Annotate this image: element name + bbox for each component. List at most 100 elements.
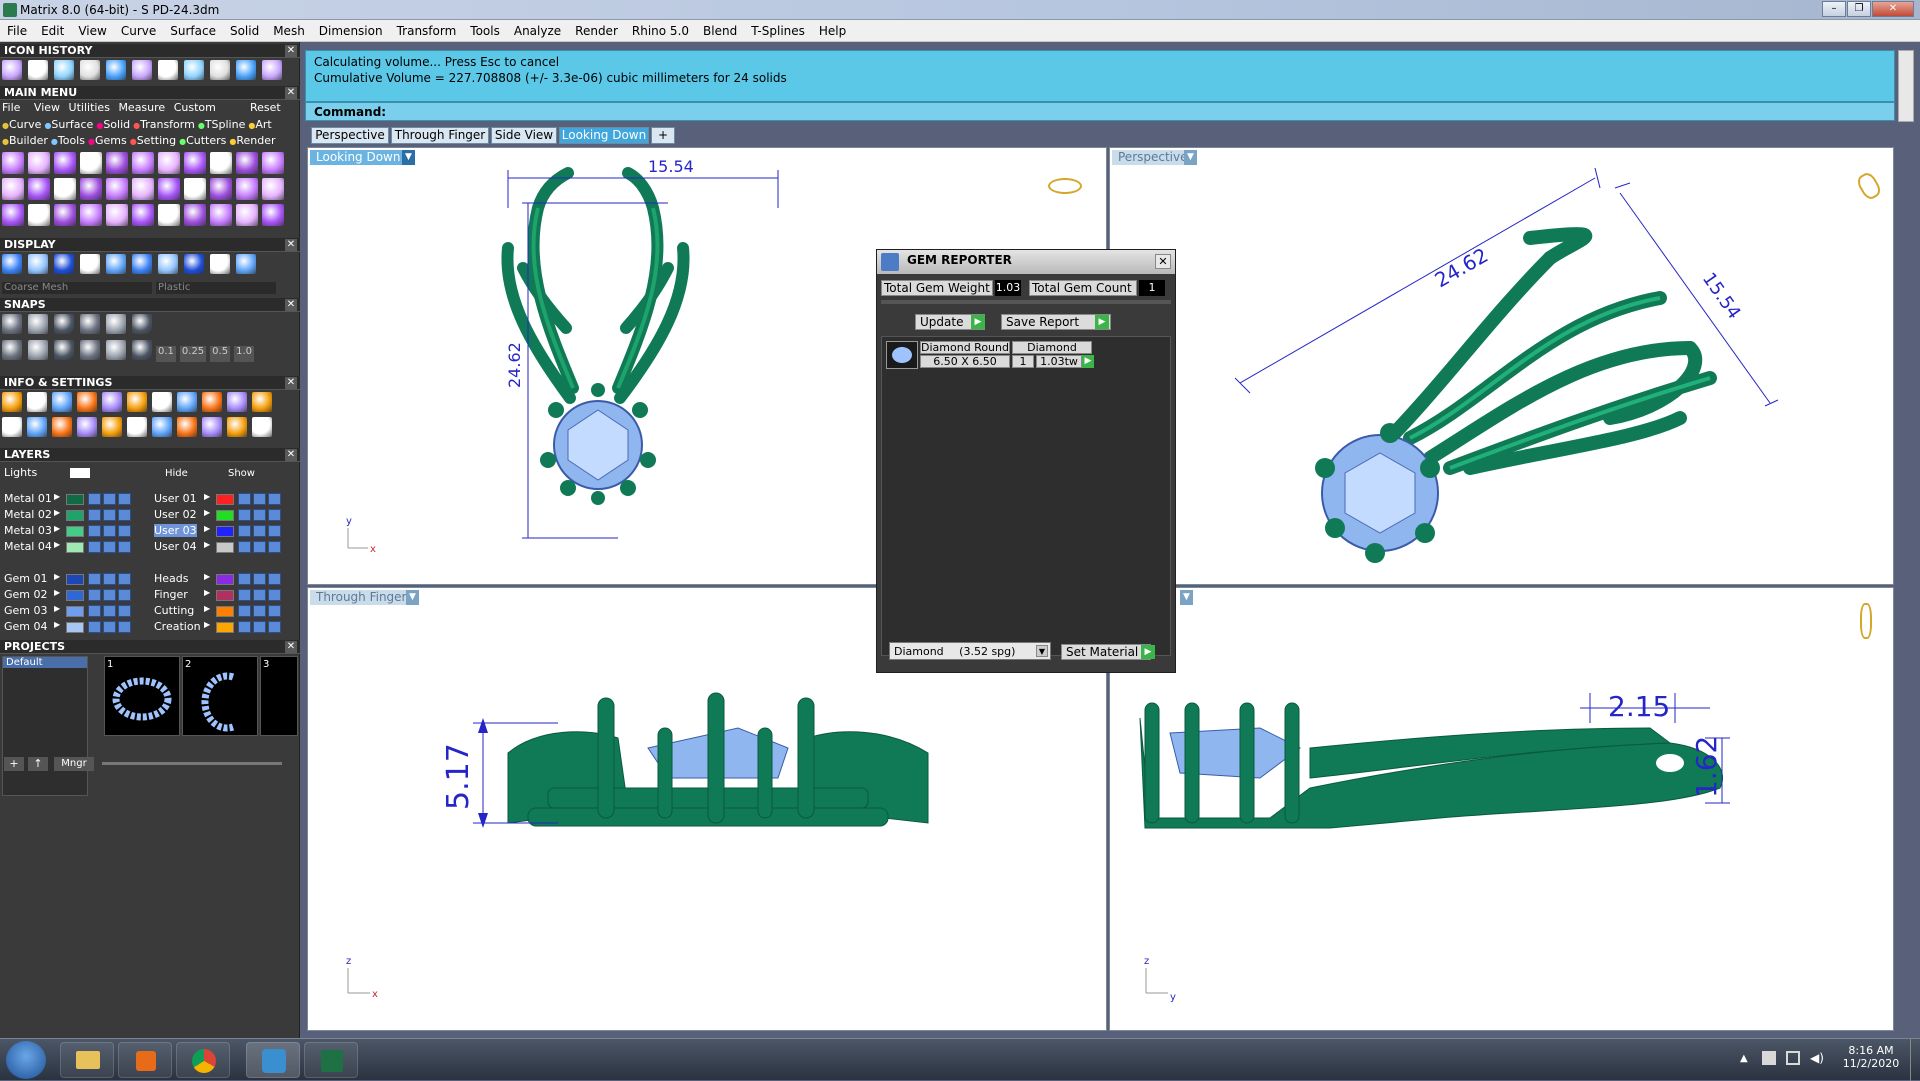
select-icon[interactable]: [268, 621, 281, 633]
close-icon[interactable]: ✕: [285, 45, 297, 57]
lock-icon[interactable]: [238, 621, 251, 633]
display-mode-icon[interactable]: [184, 254, 204, 274]
mm-utilities[interactable]: Utilities: [69, 101, 110, 114]
tab-through-finger[interactable]: Through Finger: [391, 127, 489, 144]
tool-history-icon[interactable]: [236, 60, 256, 80]
select-icon[interactable]: [118, 509, 131, 521]
visibility-icon[interactable]: [253, 493, 266, 505]
info-icon[interactable]: [252, 417, 272, 437]
lock-icon[interactable]: [238, 493, 251, 505]
visibility-icon[interactable]: [103, 605, 116, 617]
tab-perspective[interactable]: Perspective: [311, 127, 389, 144]
lock-icon[interactable]: [238, 541, 251, 553]
mm-measure[interactable]: Measure: [118, 101, 165, 114]
layer-color-swatch[interactable]: [216, 510, 234, 521]
visibility-icon[interactable]: [103, 541, 116, 553]
info-icon[interactable]: [252, 392, 272, 412]
move-up-button[interactable]: ↑: [28, 757, 48, 771]
action-center-icon[interactable]: [1762, 1051, 1776, 1065]
snap-icon[interactable]: [132, 340, 152, 360]
category-gems[interactable]: ●Gems: [88, 134, 127, 147]
layer-name[interactable]: Metal 04: [4, 540, 52, 553]
lock-icon[interactable]: [88, 573, 101, 585]
layer-name[interactable]: Gem 01: [4, 572, 48, 585]
select-icon[interactable]: [118, 573, 131, 585]
expand-icon[interactable]: ▶: [204, 524, 210, 533]
menu-view[interactable]: View: [71, 24, 113, 38]
project-thumb-1[interactable]: 1: [104, 656, 180, 736]
menu-rhino[interactable]: Rhino 5.0: [625, 24, 696, 38]
info-icon[interactable]: [152, 392, 172, 412]
tool-history-icon[interactable]: [158, 60, 178, 80]
excel-icon[interactable]: [304, 1042, 358, 1078]
tool-history-icon[interactable]: [210, 60, 230, 80]
visibility-icon[interactable]: [103, 573, 116, 585]
display-mode-icon[interactable]: [2, 254, 22, 274]
select-icon[interactable]: [118, 605, 131, 617]
close-button[interactable]: ✕: [1872, 1, 1914, 17]
command-input[interactable]: Command:: [305, 102, 1895, 121]
select-icon[interactable]: [268, 525, 281, 537]
start-button[interactable]: [6, 1041, 46, 1079]
visibility-icon[interactable]: [253, 621, 266, 633]
layer-color-swatch[interactable]: [216, 606, 234, 617]
layer-color-swatch[interactable]: [216, 494, 234, 505]
category-tools[interactable]: ●Tools: [51, 134, 85, 147]
layer-name[interactable]: User 02: [154, 508, 197, 521]
menu-tsplines[interactable]: T-Splines: [744, 24, 812, 38]
info-icon[interactable]: [52, 417, 72, 437]
mm-custom[interactable]: Custom: [174, 101, 216, 114]
projects-slider[interactable]: [102, 762, 282, 765]
category-cutters[interactable]: ●Cutters: [179, 134, 226, 147]
lock-icon[interactable]: [88, 525, 101, 537]
lock-icon[interactable]: [238, 573, 251, 585]
tool-icon[interactable]: [262, 152, 284, 174]
expand-icon[interactable]: ▶: [54, 620, 60, 629]
display-mode-icon[interactable]: [54, 254, 74, 274]
category-tspline[interactable]: ●TSpline: [198, 118, 246, 131]
tool-history-icon[interactable]: [106, 60, 126, 80]
play-icon[interactable]: ▶: [1141, 645, 1155, 659]
display-mesh-select[interactable]: Coarse Mesh: [2, 282, 152, 294]
menu-blend[interactable]: Blend: [696, 24, 744, 38]
select-icon[interactable]: [118, 621, 131, 633]
play-icon[interactable]: ▶: [1095, 315, 1109, 329]
layer-color-swatch[interactable]: [66, 494, 84, 505]
layer-color-swatch[interactable]: [66, 526, 84, 537]
layer-color-swatch[interactable]: [216, 542, 234, 553]
set-material-button[interactable]: Set Material: [1061, 644, 1151, 660]
expand-icon[interactable]: ▶: [54, 508, 60, 517]
close-icon[interactable]: ✕: [285, 641, 297, 653]
visibility-icon[interactable]: [253, 525, 266, 537]
tool-icon[interactable]: [106, 178, 128, 200]
menu-tools[interactable]: Tools: [463, 24, 507, 38]
visibility-icon[interactable]: [253, 589, 266, 601]
snap-icon[interactable]: [54, 340, 74, 360]
manager-button[interactable]: Mngr: [54, 757, 94, 771]
info-icon[interactable]: [202, 417, 222, 437]
select-icon[interactable]: [118, 493, 131, 505]
tool-icon[interactable]: [106, 204, 128, 226]
tool-icon[interactable]: [54, 204, 76, 226]
display-mode-icon[interactable]: [236, 254, 256, 274]
menu-analyze[interactable]: Analyze: [507, 24, 568, 38]
close-icon[interactable]: ✕: [1155, 254, 1171, 269]
info-icon[interactable]: [227, 392, 247, 412]
expand-icon[interactable]: ▶: [54, 572, 60, 581]
show-desktop-button[interactable]: [1910, 1039, 1920, 1081]
menu-mesh[interactable]: Mesh: [266, 24, 312, 38]
chevron-down-icon[interactable]: ▼: [1036, 645, 1048, 657]
tool-history-icon[interactable]: [184, 60, 204, 80]
select-icon[interactable]: [268, 509, 281, 521]
tool-icon[interactable]: [184, 204, 206, 226]
file-explorer-icon[interactable]: [60, 1042, 114, 1078]
tool-history-icon[interactable]: [54, 60, 74, 80]
tool-icon[interactable]: [158, 152, 180, 174]
chrome-icon[interactable]: [176, 1042, 230, 1078]
snap-icon[interactable]: [2, 340, 22, 360]
tool-icon[interactable]: [54, 152, 76, 174]
media-player-icon[interactable]: [118, 1042, 172, 1078]
layer-name[interactable]: Gem 02: [4, 588, 48, 601]
layer-color-swatch[interactable]: [216, 574, 234, 585]
tool-history-icon[interactable]: [262, 60, 282, 80]
